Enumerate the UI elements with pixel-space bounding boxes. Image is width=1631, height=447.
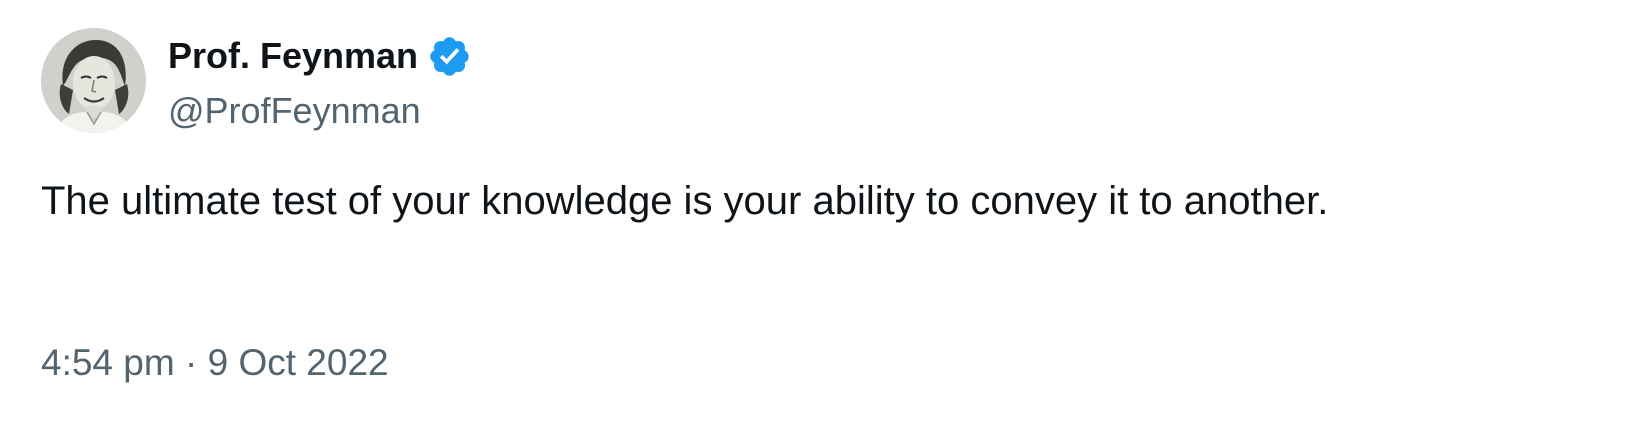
avatar-portrait-image (41, 28, 146, 133)
tweet-timestamp[interactable]: 4:54 pm · 9 Oct 2022 (41, 338, 389, 388)
tweet-date[interactable]: 9 Oct 2022 (208, 342, 389, 383)
author-display-name[interactable]: Prof. Feynman (168, 32, 418, 80)
author-handle[interactable]: @ProfFeynman (168, 88, 472, 134)
tweet-card: Prof. Feynman @ProfFeynman The ultimate … (0, 0, 1631, 447)
avatar[interactable] (41, 28, 146, 133)
name-row: Prof. Feynman (168, 32, 472, 80)
verified-badge-icon[interactable] (427, 34, 472, 79)
timestamp-separator: · (184, 342, 198, 383)
tweet-time[interactable]: 4:54 pm (41, 342, 175, 383)
author-block: Prof. Feynman @ProfFeynman (168, 28, 472, 134)
tweet-text: The ultimate test of your knowledge is y… (41, 179, 1329, 223)
tweet-header: Prof. Feynman @ProfFeynman (41, 28, 472, 134)
